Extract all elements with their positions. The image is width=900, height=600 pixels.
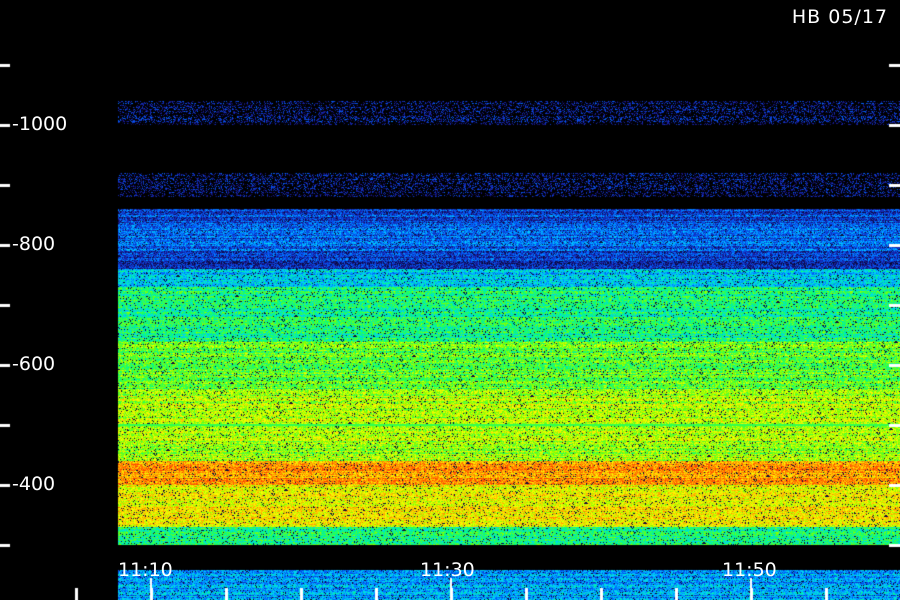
y-tick-label: -800: [12, 233, 56, 255]
x-tick-label: 11:50: [722, 559, 777, 581]
spectrogram-plot: [0, 0, 900, 600]
y-tick-label: -600: [12, 353, 56, 375]
y-tick-label: -1000: [12, 113, 68, 135]
x-tick-label: 11:30: [420, 559, 475, 581]
x-tick-label: 11:10: [118, 559, 173, 581]
station-date-label: HB 05/17: [791, 6, 888, 28]
y-tick-label: -400: [12, 473, 56, 495]
